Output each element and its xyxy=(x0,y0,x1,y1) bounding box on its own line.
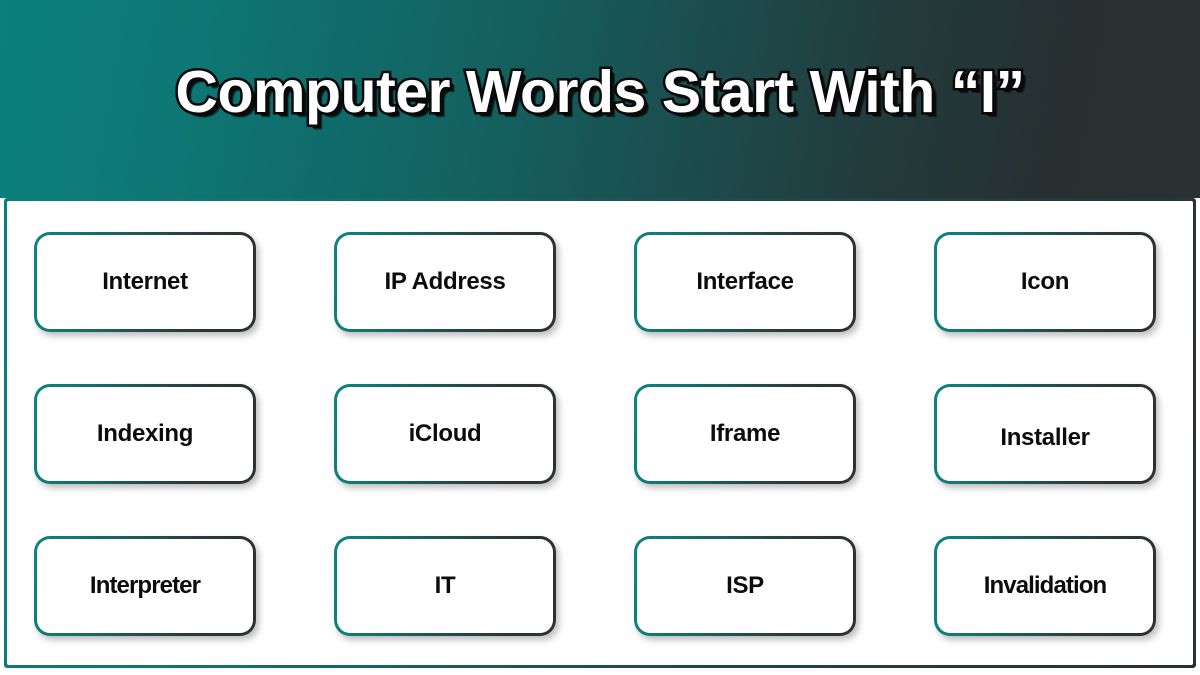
card-inner: IP Address xyxy=(337,235,553,329)
word-card-interface[interactable]: Interface xyxy=(634,232,856,332)
word-label: Indexing xyxy=(96,420,194,447)
page-title: Computer Words Start With “I” xyxy=(173,59,1028,126)
word-card-isp[interactable]: ISP xyxy=(634,536,856,636)
card-inner: Iframe xyxy=(637,387,853,481)
card-inner: Internet xyxy=(37,235,253,329)
word-label: Installer xyxy=(1000,424,1090,451)
word-card-indexing[interactable]: Indexing xyxy=(34,384,256,484)
card-panel: Internet IP Address Interface Icon Index… xyxy=(7,201,1193,665)
word-card-ip-address[interactable]: IP Address xyxy=(334,232,556,332)
content-area: Internet IP Address Interface Icon Index… xyxy=(0,198,1200,675)
card-inner: Icon xyxy=(937,235,1153,329)
word-label: Interface xyxy=(696,268,794,295)
word-label: Invalidation xyxy=(983,572,1107,599)
word-card-invalidation[interactable]: Invalidation xyxy=(934,536,1156,636)
word-card-grid: Internet IP Address Interface Icon Index… xyxy=(34,232,1162,636)
word-card-it[interactable]: IT xyxy=(334,536,556,636)
word-label: iCloud xyxy=(408,420,482,447)
card-inner: Indexing xyxy=(37,387,253,481)
card-inner: Installer xyxy=(937,387,1153,481)
word-label: Iframe xyxy=(709,420,781,447)
word-card-icloud[interactable]: iCloud xyxy=(334,384,556,484)
word-label: Internet xyxy=(102,268,188,295)
word-card-interpreter[interactable]: Interpreter xyxy=(34,536,256,636)
card-inner: Interpreter xyxy=(37,539,253,633)
card-inner: iCloud xyxy=(337,387,553,481)
card-inner: ISP xyxy=(637,539,853,633)
card-panel-border: Internet IP Address Interface Icon Index… xyxy=(4,198,1196,668)
header-banner: Computer Words Start With “I” xyxy=(0,0,1200,198)
word-label: IP Address xyxy=(384,268,506,295)
word-label: ISP xyxy=(726,572,764,599)
infographic-page: Computer Words Start With “I” Internet I… xyxy=(0,0,1200,675)
word-label: Icon xyxy=(1020,268,1070,295)
word-card-internet[interactable]: Internet xyxy=(34,232,256,332)
card-inner: IT xyxy=(337,539,553,633)
card-inner: Interface xyxy=(637,235,853,329)
word-card-icon[interactable]: Icon xyxy=(934,232,1156,332)
word-card-installer[interactable]: Installer xyxy=(934,384,1156,484)
card-inner: Invalidation xyxy=(937,539,1153,633)
word-label: Interpreter xyxy=(89,572,201,599)
word-card-iframe[interactable]: Iframe xyxy=(634,384,856,484)
word-label: IT xyxy=(434,572,456,599)
